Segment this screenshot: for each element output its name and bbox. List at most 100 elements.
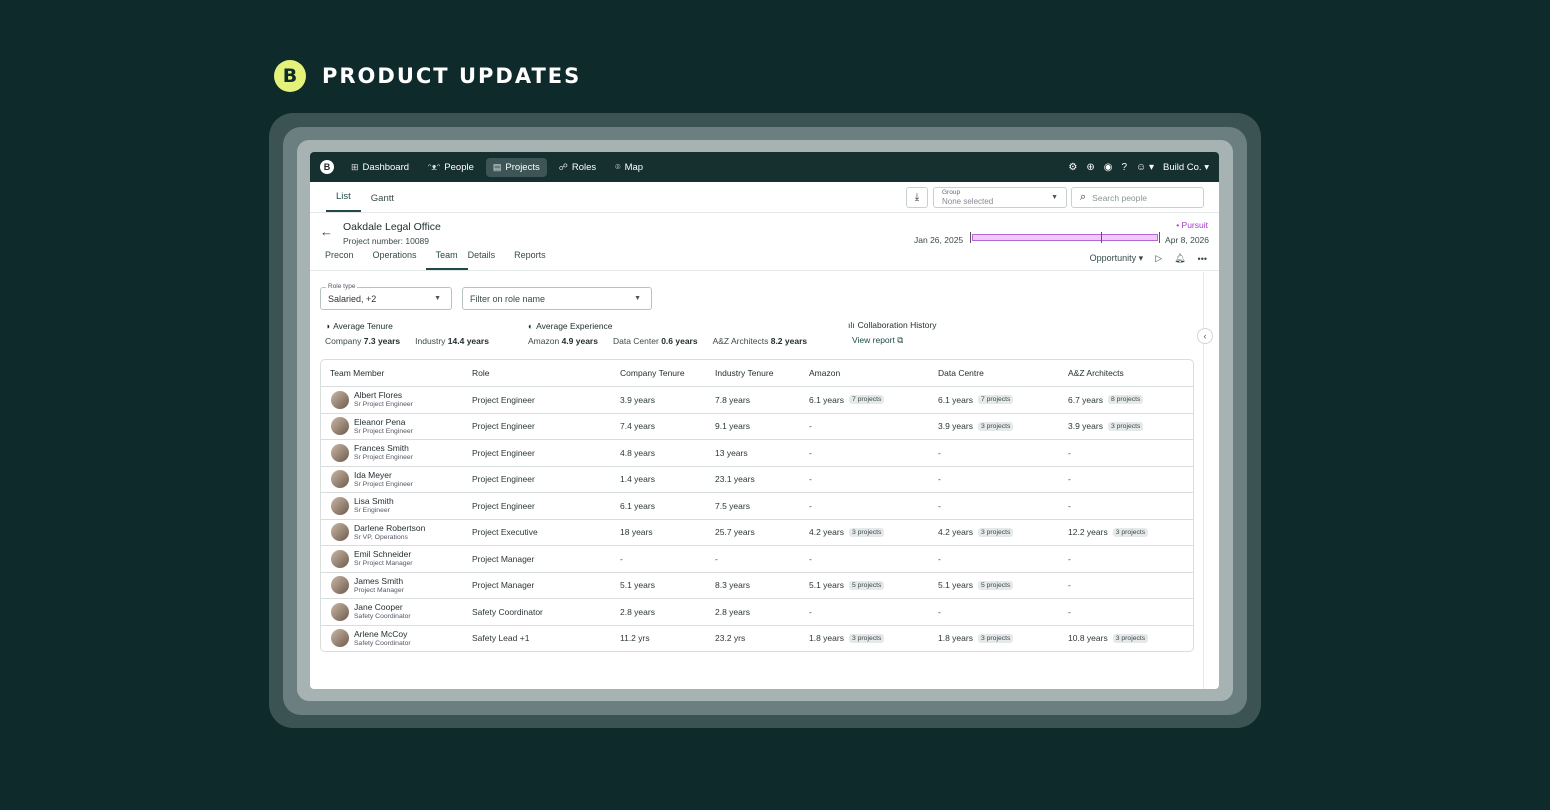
projects-badge: 3 projects <box>977 633 1014 643</box>
member-name[interactable]: Darlene Robertson <box>354 523 425 533</box>
member-title: Safety Coordinator <box>354 639 411 647</box>
projects-badge: 7 projects <box>848 395 885 405</box>
table-row[interactable]: Frances Smith Sr Project Engineer Project … <box>321 439 1193 466</box>
table-cell: 7.4 years <box>620 421 655 432</box>
send-icon[interactable]: ▷ <box>1155 253 1162 264</box>
member-name[interactable]: Eleanor Pena <box>354 417 413 427</box>
table-cell: - <box>1068 606 1071 617</box>
col-header[interactable]: A&Z Architects <box>1059 368 1193 378</box>
nav-label: Projects <box>505 161 540 173</box>
chevron-left-icon: ‹ <box>1203 331 1207 341</box>
project-tabs: Precon Operations Team Details Reports <box>325 250 565 270</box>
table-row[interactable]: Lisa Smith Sr Engineer Project Engineer 6.1… <box>321 492 1193 519</box>
app-window: B ⊞ Dashboard ᵔᴥᵔ People ▤ Projects ☍ Roles … <box>310 152 1219 689</box>
table-row[interactable]: Arlene McCoy Safety Coordinator Safety Lea… <box>321 624 1193 652</box>
member-name[interactable]: Arlene McCoy <box>354 629 411 639</box>
col-header[interactable]: Amazon <box>800 368 929 378</box>
timeline-today-marker <box>1101 232 1102 243</box>
table-cell: 5.1 years <box>620 580 655 591</box>
tenure-stats: ◑ Average Tenure Company 7.3 years Indust… <box>325 321 489 346</box>
globe-icon[interactable]: ⊕ <box>1086 162 1094 173</box>
search-box[interactable]: ⌕ <box>1071 187 1204 208</box>
table-row[interactable]: Emil Schneider Sr Project Manager Project … <box>321 545 1193 572</box>
col-header[interactable]: Team Member <box>321 368 463 378</box>
table-row[interactable]: Eleanor Pena Sr Project Engineer Project E… <box>321 412 1193 440</box>
tab-operations[interactable]: Operations <box>373 250 427 270</box>
tab-details[interactable]: Details <box>468 250 506 270</box>
group-select[interactable]: Group None selected ▼ <box>933 187 1067 208</box>
table-row[interactable]: Albert Flores Sr Project Engineer Project … <box>321 386 1193 413</box>
member-name[interactable]: Albert Flores <box>354 390 413 400</box>
account-icon[interactable]: ☺ ▾ <box>1136 162 1154 173</box>
member-name[interactable]: James Smith <box>354 576 404 586</box>
tab-reports[interactable]: Reports <box>514 250 556 270</box>
col-header[interactable]: Industry Tenure <box>706 368 800 378</box>
table-cell: Safety Coordinator <box>472 606 543 617</box>
settings-icon[interactable]: ⚙ <box>1068 162 1077 173</box>
eye-icon[interactable]: ◉ <box>1104 162 1113 173</box>
projects-badge: 3 projects <box>977 421 1014 431</box>
download-button[interactable]: ⤓ <box>906 187 928 208</box>
back-arrow-icon[interactable]: ← <box>320 224 333 239</box>
table-cell: - <box>938 500 941 511</box>
member-name[interactable]: Jane Cooper <box>354 602 411 612</box>
view-report-link[interactable]: View report ⧉ <box>852 335 903 346</box>
search-input[interactable] <box>1092 192 1188 203</box>
company-switcher[interactable]: Build Co. ▾ <box>1163 162 1209 173</box>
group-value: None selected <box>942 197 994 206</box>
table-row[interactable]: Jane Cooper Safety Coordinator Safety Coor… <box>321 598 1193 625</box>
member-title: Sr Project Engineer <box>354 401 413 409</box>
chevron-down-icon: ▼ <box>634 295 641 302</box>
tab-team[interactable]: Team <box>425 250 468 270</box>
bell-icon[interactable]: 🔔︎ <box>1174 253 1185 264</box>
table-cell: 6.1 years <box>620 500 655 511</box>
company-name: Build Co. <box>1163 161 1202 173</box>
tab-precon[interactable]: Precon <box>325 250 364 270</box>
nav-label: Dashboard <box>362 161 410 173</box>
role-name-filter[interactable]: Filter on role name ▼ <box>462 287 652 310</box>
more-icon[interactable]: ••• <box>1198 254 1207 264</box>
project-number: Project number: 10089 <box>343 236 429 246</box>
table-cell: 1.4 years <box>620 474 655 485</box>
table-row[interactable]: Darlene Robertson Sr VP, Operations Projec… <box>321 518 1193 546</box>
table-row[interactable]: Ida Meyer Sr Project Engineer Project Engi… <box>321 465 1193 493</box>
role-type-select[interactable]: Role type Salaried, +2 ▼ <box>320 283 452 310</box>
member-name[interactable]: Emil Schneider <box>354 549 413 559</box>
member-cell: Jane Cooper Safety Coordinator <box>321 602 463 621</box>
table-row[interactable]: James Smith Project Manager Project Manage… <box>321 571 1193 599</box>
member-name[interactable]: Lisa Smith <box>354 496 394 506</box>
top-nav: B ⊞ Dashboard ᵔᴥᵔ People ▤ Projects ☍ Roles … <box>310 152 1219 182</box>
member-name[interactable]: Frances Smith <box>354 443 413 453</box>
timeline-bar <box>970 232 1160 243</box>
team-table: Team Member Role Company Tenure Industry… <box>320 359 1194 652</box>
nav-label: Roles <box>571 161 597 173</box>
col-header[interactable]: Company Tenure <box>611 368 706 378</box>
table-header: Team Member Role Company Tenure Industry… <box>321 360 1193 386</box>
tab-list[interactable]: List <box>326 191 361 212</box>
table-cell: 1.8 years 3 projects <box>800 633 929 643</box>
table-cell: 6.1 years 7 projects <box>929 395 1059 405</box>
nav-dashboard[interactable]: ⊞ Dashboard <box>344 158 416 177</box>
table-cell: 5.1 years 5 projects <box>929 580 1059 590</box>
app-logo[interactable]: B <box>320 160 334 174</box>
avatar <box>331 549 349 568</box>
nav-projects[interactable]: ▤ Projects <box>485 157 547 177</box>
roles-icon: ☍ <box>558 161 568 172</box>
table-cell: Project Engineer <box>472 421 535 432</box>
collapse-panel-button[interactable]: ‹ <box>1197 328 1213 344</box>
col-header[interactable]: Data Centre <box>929 368 1059 378</box>
nav-map[interactable]: ⌾ Map <box>608 158 650 177</box>
member-name[interactable]: Ida Meyer <box>354 470 413 480</box>
experience-stats: ◐ Average Experience Amazon 4.9 years Dat… <box>528 321 807 346</box>
tab-gantt[interactable]: Gantt <box>361 193 404 212</box>
banner-title: PRODUCT UPDATES <box>322 64 582 88</box>
member-title: Project Manager <box>354 586 404 594</box>
nav-roles[interactable]: ☍ Roles <box>552 158 603 177</box>
experience-icon: ◐ <box>528 321 534 331</box>
stage-select[interactable]: Opportunity ▾ <box>1090 253 1144 264</box>
col-header[interactable]: Role <box>463 368 611 378</box>
help-icon[interactable]: ? <box>1121 162 1127 173</box>
nav-people[interactable]: ᵔᴥᵔ People <box>421 158 481 177</box>
member-title: Sr Project Manager <box>354 560 413 568</box>
projects-badge: 5 projects <box>848 580 885 590</box>
